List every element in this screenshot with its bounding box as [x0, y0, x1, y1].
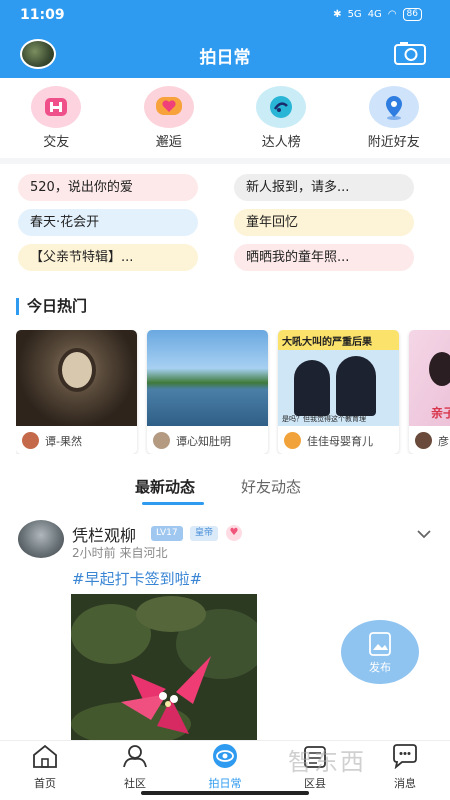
quick-entry-label: 交友	[43, 135, 70, 150]
publish-label: 发布	[369, 661, 391, 674]
nav-home[interactable]: 首页	[10, 743, 80, 791]
page-title: 拍日常	[199, 48, 251, 68]
nav-community[interactable]: 社区	[100, 743, 170, 791]
location-icon	[368, 86, 419, 128]
author-name: 谭-果然	[45, 434, 82, 448]
tab-latest[interactable]: 最新动态	[135, 476, 195, 497]
eye-icon	[213, 744, 237, 768]
nav-daily[interactable]: 拍日常	[190, 743, 260, 791]
active-tab-indicator	[142, 502, 204, 505]
author-avatar	[22, 432, 39, 449]
post-meta: 2小时前 来自河北	[72, 546, 168, 560]
hot-card-author: 谭心知肚明	[153, 432, 231, 449]
friends-icon	[31, 86, 82, 128]
app-header: 拍日常	[0, 30, 450, 78]
quick-entry-label: 达人榜	[261, 135, 301, 150]
topic-list: 520，说出你的爱 新人报到，请多... 春天·花会开 童年回忆 【父亲节特辑】…	[18, 174, 432, 271]
hot-card-author: 谭-果然	[22, 432, 82, 449]
quick-entry-friends[interactable]: 交友	[6, 80, 106, 158]
post-hashtag[interactable]: #早起打卡签到啦#	[72, 568, 202, 589]
hot-card-author: 佳佳母婴育儿	[284, 432, 373, 449]
tab-friends[interactable]: 好友动态	[241, 476, 301, 497]
author-avatar	[284, 432, 301, 449]
status-time: 11:09	[20, 7, 65, 23]
quick-entry-encounter[interactable]: 邂逅	[119, 80, 219, 158]
author-name: 佳佳母婴育儿	[307, 434, 373, 448]
signal-icon: 5G	[347, 9, 362, 20]
wifi-icon: ◠	[387, 9, 397, 20]
hot-section-title: 今日热门	[16, 298, 87, 315]
hot-card[interactable]: 谭心知肚明	[147, 330, 268, 454]
nav-label: 消息	[394, 777, 416, 790]
message-icon	[393, 744, 417, 770]
nav-label: 首页	[34, 777, 56, 790]
author-avatar	[153, 432, 170, 449]
image-caption: 是吗？但我觉得这个教育理	[282, 415, 366, 423]
signal-icon-2: 4G	[367, 9, 382, 20]
role-badge: 皇帝	[190, 526, 219, 541]
top-bar: 11:09 ✱ 5G 4G ◠ 86 拍日常	[0, 0, 450, 78]
quick-entry-label: 附近好友	[367, 135, 420, 150]
nav-label: 拍日常	[208, 777, 242, 790]
hot-card[interactable]: 大吼大叫的严重后果 是吗？但我觉得这个教育理 佳佳母婴育儿	[278, 330, 399, 454]
photo-upload-icon	[369, 632, 391, 656]
hot-carousel[interactable]: 谭-果然 谭心知肚明 大吼大叫的严重后果 是吗？但我觉得这个教育理 佳佳母婴育儿…	[16, 330, 450, 454]
nav-messages[interactable]: 消息	[370, 743, 440, 791]
hot-card-image	[16, 330, 137, 426]
battery-icon: 86	[402, 8, 422, 21]
watermark: 智东西	[288, 748, 366, 776]
hot-card-image: 亲子	[409, 330, 450, 426]
image-text: 亲子	[431, 406, 450, 420]
topic-pill[interactable]: 春天·花会开	[18, 209, 198, 236]
quick-entry-nearby[interactable]: 附近好友	[344, 80, 444, 158]
topic-pill[interactable]: 晒晒我的童年照...	[234, 244, 414, 271]
bluetooth-icon: ✱	[333, 9, 342, 20]
feed-tabs: 最新动态 好友动态	[0, 476, 450, 510]
heart-chat-icon	[143, 86, 194, 128]
community-icon	[123, 745, 147, 768]
author-avatar	[415, 432, 432, 449]
publish-button[interactable]: 发布	[341, 620, 419, 684]
topic-pill[interactable]: 【父亲节特辑】...	[18, 244, 198, 271]
quick-entry-ranking[interactable]: 达人榜	[231, 80, 331, 158]
heart-icon: ♥	[226, 525, 242, 541]
hot-card-image: 大吼大叫的严重后果 是吗？但我觉得这个教育理	[278, 330, 399, 426]
hot-card-image	[147, 330, 268, 426]
topic-pill[interactable]: 新人报到，请多...	[234, 174, 414, 201]
hot-card[interactable]: 谭-果然	[16, 330, 137, 454]
author-name: 谭心知肚明	[176, 434, 231, 448]
author-name: 彦	[438, 434, 449, 448]
camera-icon[interactable]	[394, 41, 426, 65]
ranking-icon	[256, 86, 307, 128]
post-image[interactable]	[71, 594, 257, 740]
home-icon	[33, 744, 57, 768]
nav-label: 区县	[304, 777, 326, 790]
chevron-down-icon[interactable]	[416, 528, 432, 540]
quick-entries: 交友 邂逅 达人榜 附近好友	[0, 80, 450, 158]
home-indicator[interactable]	[141, 791, 309, 795]
status-bar: 11:09 ✱ 5G 4G ◠ 86	[0, 0, 450, 30]
hot-card[interactable]: 亲子 彦	[409, 330, 450, 454]
section-divider	[0, 158, 450, 164]
quick-entry-label: 邂逅	[155, 135, 182, 150]
image-headline: 大吼大叫的严重后果	[282, 337, 372, 348]
post-author-avatar[interactable]	[18, 520, 64, 558]
hot-card-author: 彦	[415, 432, 449, 449]
status-icons: ✱ 5G 4G ◠ 86	[333, 8, 422, 21]
topic-pill[interactable]: 520，说出你的爱	[18, 174, 198, 201]
post-author-name[interactable]: 凭栏观柳	[72, 522, 136, 546]
nav-label: 社区	[124, 777, 146, 790]
topic-pill[interactable]: 童年回忆	[234, 209, 414, 236]
level-badge: LV17	[151, 526, 183, 541]
